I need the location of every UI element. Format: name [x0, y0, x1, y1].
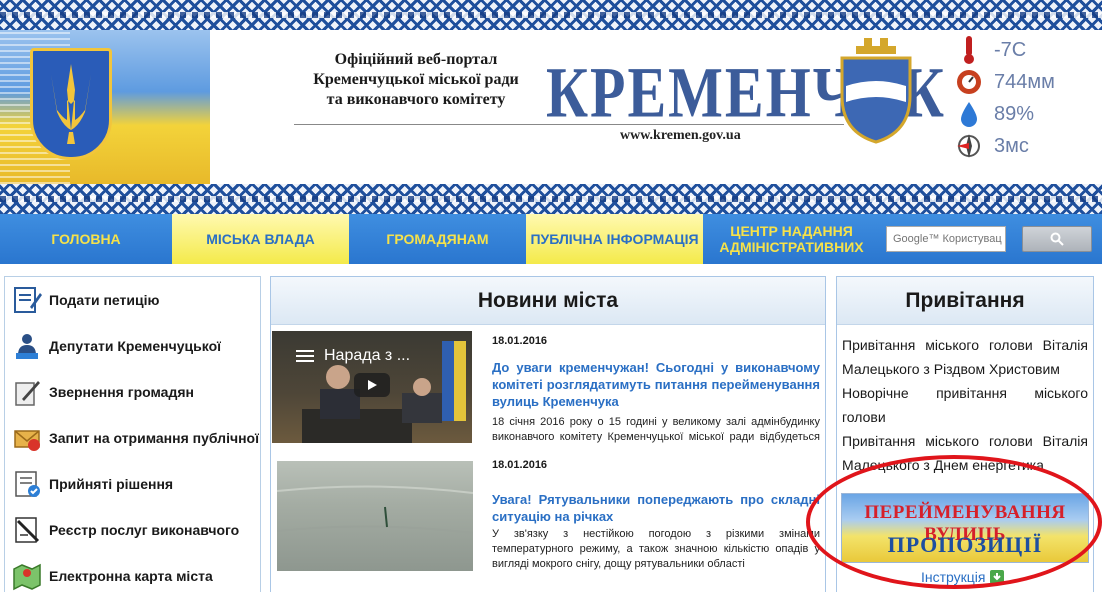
weather-wind: 3мс — [952, 130, 1055, 162]
weather-widget: -7С 744мм 89% 3мс — [952, 34, 1055, 162]
portal-title-line: та виконавчого комітету — [326, 91, 506, 108]
search-icon — [1050, 232, 1064, 246]
menu-item-label: Електронна карта міста — [49, 568, 213, 584]
news-title-link[interactable]: Увага! Рятувальники попереджають про скл… — [492, 491, 820, 525]
request-icon — [11, 422, 43, 454]
greeting-link[interactable]: Новорічне привітання міського голови — [837, 381, 1093, 429]
flag-banner — [0, 30, 210, 184]
menu-item-city-map[interactable]: Електронна карта міста — [5, 553, 260, 592]
nav-city-authority[interactable]: МІСЬКА ВЛАДА — [172, 214, 349, 264]
news-excerpt: 18 січня 2016 року о 15 годині у великом… — [492, 416, 820, 443]
city-coat-of-arms-icon — [840, 38, 912, 144]
greeting-link[interactable]: Привітання міського голови Віталія Малец… — [837, 333, 1093, 381]
news-panel: Новини міста Нарада з ... 18.01.2016 До … — [270, 276, 826, 592]
nav-admin-center[interactable]: ЦЕНТР НАДАННЯ АДМІНІСТРАТИВНИХ — [703, 214, 880, 264]
menu-item-public-request[interactable]: Запит на отримання публічної — [5, 415, 260, 461]
thermometer-icon — [952, 35, 986, 65]
main-nav: ГОЛОВНА МІСЬКА ВЛАДА ГРОМАДЯНАМ ПУБЛІЧНА… — [0, 214, 1102, 264]
news-heading: Новини міста — [271, 277, 825, 325]
menu-item-petition[interactable]: Подати петицію — [5, 277, 260, 323]
menu-item-label: Депутати Кременчуцької — [49, 338, 222, 354]
menu-item-service-registry[interactable]: Реєстр послуг виконавчого — [5, 507, 260, 553]
news-item: 18.01.2016 Увага! Рятувальники попереджа… — [271, 457, 825, 587]
nav-citizens[interactable]: ГРОМАДЯНАМ — [349, 214, 526, 264]
pressure-value: 744мм — [994, 70, 1055, 93]
nav-public-info[interactable]: ПУБЛІЧНА ІНФОРМАЦІЯ — [526, 214, 703, 264]
news-date: 18.01.2016 — [492, 459, 548, 471]
page: Офіційний веб-портал Кременчуцької міськ… — [0, 0, 1102, 592]
playlist-icon[interactable] — [296, 349, 314, 368]
search-button[interactable] — [1022, 226, 1092, 252]
weather-temperature: -7С — [952, 34, 1055, 66]
wind-value: 3мс — [994, 134, 1029, 157]
ornament-band-bottom — [0, 184, 1102, 214]
menu-item-label: Прийняті рішення — [49, 476, 174, 492]
petition-icon — [11, 284, 43, 316]
weather-pressure: 744мм — [952, 66, 1055, 98]
humidity-value: 89% — [994, 102, 1035, 125]
weather-humidity: 89% — [952, 98, 1055, 130]
greetings-heading: Привітання — [837, 277, 1093, 325]
site-header: Офіційний веб-портал Кременчуцької міськ… — [0, 30, 1102, 184]
play-button[interactable] — [354, 373, 390, 397]
water-drop-icon — [952, 99, 986, 129]
highlight-ellipse — [806, 455, 1102, 589]
portal-title-line: Офіційний веб-портал — [334, 51, 498, 68]
search-input[interactable] — [886, 226, 1006, 252]
menu-item-label: Звернення громадян — [49, 384, 194, 400]
registry-icon — [11, 514, 43, 546]
map-icon — [11, 560, 43, 592]
play-icon — [368, 380, 377, 390]
temperature-value: -7С — [994, 38, 1027, 61]
menu-item-deputies[interactable]: Депутати Кременчуцької — [5, 323, 260, 369]
news-title-link[interactable]: До уваги кременчужан! Сьогодні у виконав… — [492, 359, 820, 410]
appeal-icon — [11, 376, 43, 408]
menu-item-label: Запит на отримання публічної — [49, 430, 260, 446]
site-url: www.kremen.gov.ua — [620, 128, 741, 143]
news-excerpt: У зв'язку з нестійкою погодою з різкими … — [492, 528, 820, 570]
deputy-icon — [11, 330, 43, 362]
ornament-band-top — [0, 0, 1102, 30]
water-scene — [277, 485, 473, 534]
left-menu: Подати петицію Депутати Кременчуцької Зв… — [4, 276, 261, 592]
trident-emblem-icon — [30, 48, 112, 160]
search-bar — [880, 214, 1102, 264]
portal-title: Офіційний веб-портал Кременчуцької міськ… — [300, 50, 532, 110]
portal-title-line: Кременчуцької міської ради — [313, 71, 519, 88]
menu-item-decisions[interactable]: Прийняті рішення — [5, 461, 260, 507]
menu-item-label: Реєстр послуг виконавчого — [49, 522, 240, 538]
decisions-icon — [11, 468, 43, 500]
barometer-icon — [952, 67, 986, 97]
news-date: 18.01.2016 — [492, 335, 548, 347]
news-video-thumbnail[interactable]: Нарада з ... — [272, 331, 472, 443]
video-title: Нарада з ... — [324, 347, 411, 364]
header-divider — [294, 124, 844, 125]
menu-item-appeals[interactable]: Звернення громадян — [5, 369, 260, 415]
news-item: Нарада з ... 18.01.2016 До уваги кременч… — [271, 329, 825, 445]
compass-icon — [952, 131, 986, 161]
news-image-thumbnail[interactable] — [277, 461, 473, 571]
nav-home[interactable]: ГОЛОВНА — [0, 214, 172, 264]
menu-item-label: Подати петицію — [49, 292, 160, 308]
